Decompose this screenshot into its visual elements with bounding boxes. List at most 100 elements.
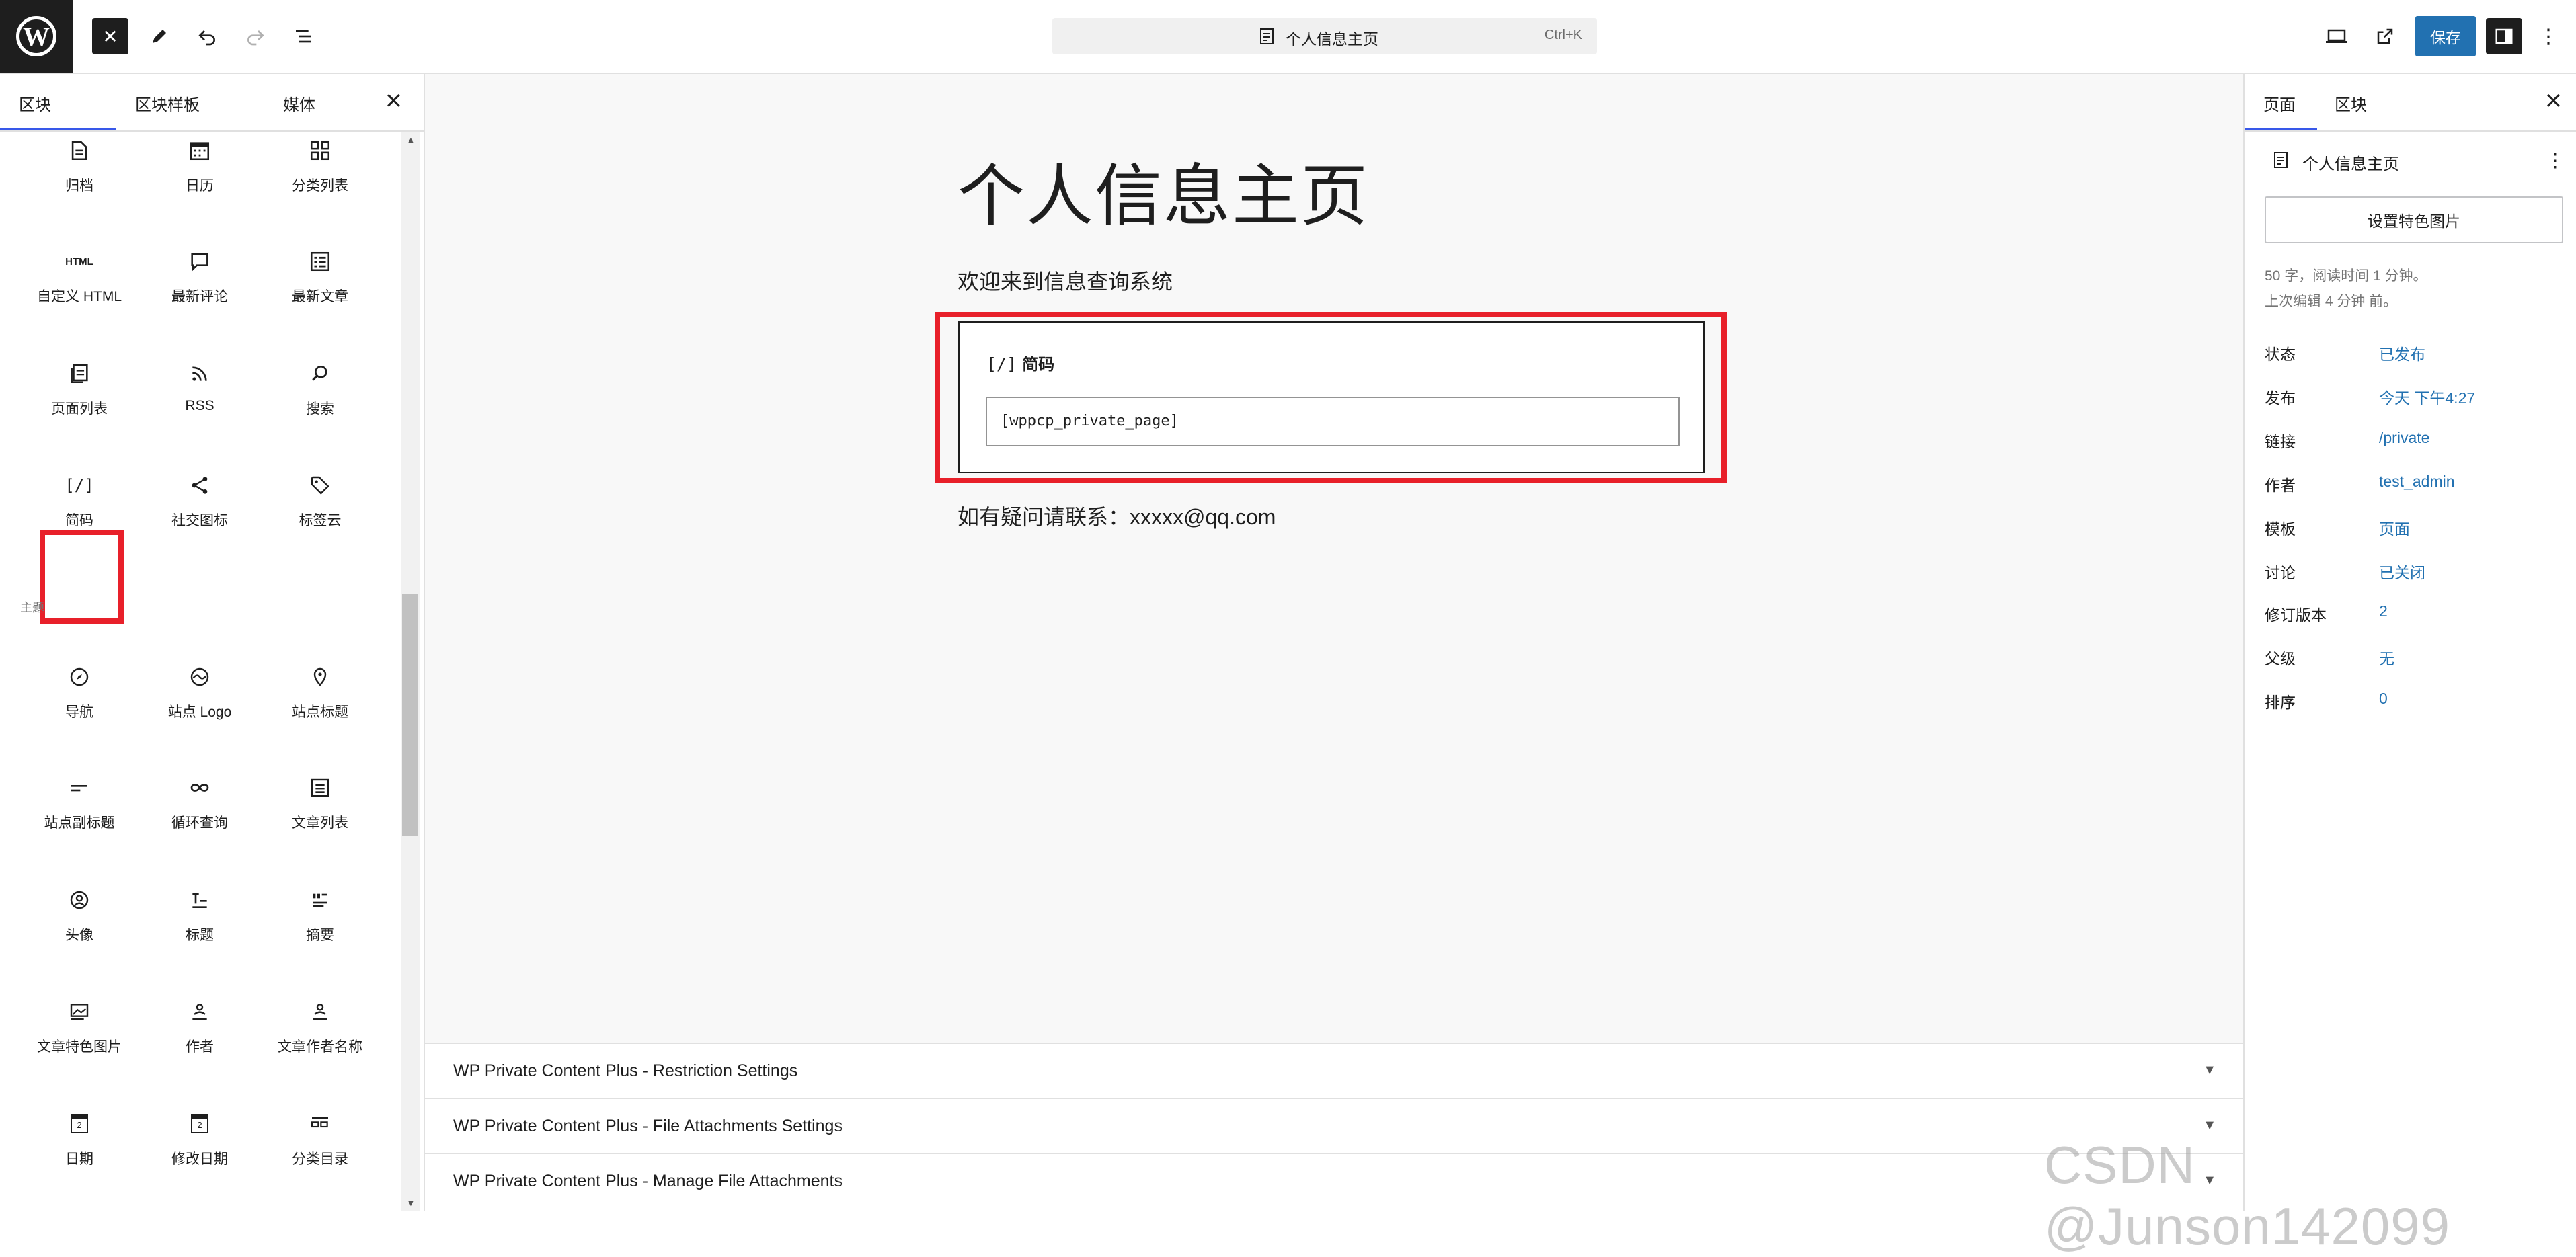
summary-row-revisions: 修订版本 2 (2265, 602, 2561, 629)
block-post-terms[interactable]: 分类目录 (263, 1109, 377, 1168)
metabox-restriction-settings[interactable]: WP Private Content Plus - Restriction Se… (425, 1044, 2243, 1099)
block-label: 作者 (186, 1039, 214, 1055)
scrollbar-thumb[interactable] (402, 594, 418, 836)
block-social-icons[interactable]: 社交图标 (143, 471, 257, 530)
block-featured-image[interactable]: 文章特色图片 (22, 997, 136, 1056)
tab-patterns[interactable]: 区块样板 (135, 91, 200, 115)
block-latest-posts[interactable]: 最新文章 (263, 247, 377, 306)
page-title[interactable]: 个人信息主页 (958, 141, 1369, 239)
redo-button[interactable] (237, 18, 274, 54)
shortcode-input-value: [wppcp_private_page] (1001, 413, 1179, 430)
preview-button[interactable] (2318, 18, 2355, 54)
block-post-title[interactable]: 标题 (143, 885, 257, 944)
wordpress-logo-icon[interactable]: W (0, 0, 73, 73)
close-inserter-button[interactable]: ✕ (92, 18, 128, 54)
shortcode-block-label: 简码 (1022, 356, 1055, 374)
block-label: 最新文章 (292, 289, 348, 305)
paragraph-contact[interactable]: 如有疑问请联系：xxxxx@qq.com (958, 500, 1276, 531)
view-page-button[interactable] (2367, 18, 2403, 54)
tab-block[interactable]: 区块 (2335, 91, 2367, 115)
block-post-author-name[interactable]: 文章作者名称 (263, 997, 377, 1056)
block-calendar[interactable]: 日历 (143, 136, 257, 195)
date-icon: 2 (22, 1109, 136, 1139)
block-shortcode[interactable]: [/] 简码 (22, 471, 136, 530)
watermark-text: CSDN @Junson142099 (2044, 1135, 2450, 1256)
block-custom-html[interactable]: HTML 自定义 HTML (22, 247, 136, 306)
summary-row-status: 状态 已发布 (2265, 341, 2561, 368)
paragraph-welcome[interactable]: 欢迎来到信息查询系统 (958, 265, 1173, 296)
set-featured-image-button[interactable]: 设置特色图片 (2265, 196, 2563, 243)
tab-page[interactable]: 页面 (2263, 91, 2296, 115)
more-vertical-icon[interactable]: ⋮ (2546, 149, 2565, 171)
summary-value-link[interactable]: 已关闭 (2379, 560, 2425, 583)
categories-icon (310, 140, 330, 161)
summary-value-link[interactable]: test_admin (2379, 473, 2455, 491)
tab-media[interactable]: 媒体 (283, 91, 315, 115)
sidebar-page-title: 个人信息主页 (2302, 155, 2399, 173)
loop-icon (190, 784, 209, 792)
post-list-icon (311, 778, 329, 797)
block-site-logo[interactable]: 站点 Logo (143, 662, 257, 721)
block-modified-date[interactable]: 2 修改日期 (143, 1109, 257, 1168)
author-name-icon (313, 1004, 327, 1020)
close-icon[interactable]: ✕ (385, 90, 403, 112)
summary-value-link[interactable]: /private (2379, 429, 2429, 447)
command-palette-bar[interactable]: 个人信息主页 Ctrl+K (1052, 18, 1597, 54)
archive-icon (71, 140, 87, 161)
shortcode-icon: [/] (65, 476, 94, 495)
settings-sidebar: 页面 区块 ✕ 个人信息主页 ⋮ 设置特色图片 50 字，阅读时间 1 分钟。 … (2243, 74, 2576, 1211)
block-avatar[interactable]: 头像 (22, 885, 136, 944)
summary-key: 发布 (2265, 389, 2296, 407)
close-icon: ✕ (102, 26, 118, 47)
block-archive[interactable]: 归档 (22, 136, 136, 195)
excerpt-icon (313, 893, 327, 907)
sidebar-tabs: 页面 区块 ✕ (2245, 74, 2576, 132)
summary-row-publish: 发布 今天 下午4:27 (2265, 385, 2561, 412)
metabox-file-attachments-settings[interactable]: WP Private Content Plus - File Attachmen… (425, 1099, 2243, 1154)
block-site-tagline[interactable]: 站点副标题 (22, 773, 136, 832)
inserter-scrollbar[interactable]: ▲ ▼ (401, 132, 420, 1211)
summary-value-link[interactable]: 今天 下午4:27 (2379, 385, 2475, 408)
block-label: 分类目录 (292, 1151, 348, 1167)
undo-button[interactable] (189, 18, 225, 54)
block-tag-cloud[interactable]: 标签云 (263, 471, 377, 530)
sidebar-icon (2495, 28, 2513, 44)
redo-icon (247, 30, 264, 46)
close-icon[interactable]: ✕ (2544, 90, 2563, 112)
page-list-icon (71, 364, 88, 384)
block-label: 修改日期 (171, 1151, 228, 1167)
block-navigation[interactable]: 导航 (22, 662, 136, 721)
active-tab-indicator (2245, 128, 2317, 130)
summary-value-link[interactable]: 无 (2379, 646, 2394, 669)
save-button[interactable]: 保存 (2415, 16, 2476, 56)
document-overview-button[interactable] (286, 18, 322, 54)
chevron-down-icon[interactable]: ▼ (2203, 1118, 2216, 1133)
options-button[interactable]: ⋮ (2535, 18, 2562, 54)
settings-sidebar-toggle[interactable] (2486, 18, 2522, 54)
scroll-down-icon[interactable]: ▼ (406, 1197, 416, 1208)
block-categories[interactable]: 分类列表 (263, 136, 377, 195)
block-page-list[interactable]: 页面列表 (22, 359, 136, 418)
block-search[interactable]: 搜索 (263, 359, 377, 418)
block-post-list[interactable]: 文章列表 (263, 773, 377, 832)
scroll-up-icon[interactable]: ▲ (406, 134, 416, 145)
tab-blocks[interactable]: 区块 (19, 91, 51, 115)
shortcode-input[interactable]: [wppcp_private_page] (986, 397, 1680, 446)
summary-value-link[interactable]: 页面 (2379, 516, 2410, 539)
summary-row-author: 作者 test_admin (2265, 473, 2561, 499)
block-post-date[interactable]: 2 日期 (22, 1109, 136, 1168)
block-post-author[interactable]: 作者 (143, 997, 257, 1056)
block-excerpt[interactable]: 摘要 (263, 885, 377, 944)
metabox-manage-file-attachments[interactable]: WP Private Content Plus - Manage File At… (425, 1154, 2243, 1208)
tools-button[interactable] (141, 18, 178, 54)
featured-image-icon (70, 1004, 89, 1020)
summary-value-link[interactable]: 2 (2379, 602, 2388, 620)
block-latest-comments[interactable]: 最新评论 (143, 247, 257, 306)
block-site-title[interactable]: 站点标题 (263, 662, 377, 721)
block-query-loop[interactable]: 循环查询 (143, 773, 257, 832)
block-rss[interactable]: RSS (143, 359, 257, 414)
summary-value-link[interactable]: 0 (2379, 690, 2388, 708)
shortcode-block[interactable]: [/] 简码 [wppcp_private_page] (958, 321, 1705, 473)
chevron-down-icon[interactable]: ▼ (2203, 1063, 2216, 1078)
summary-value-link[interactable]: 已发布 (2379, 341, 2425, 364)
